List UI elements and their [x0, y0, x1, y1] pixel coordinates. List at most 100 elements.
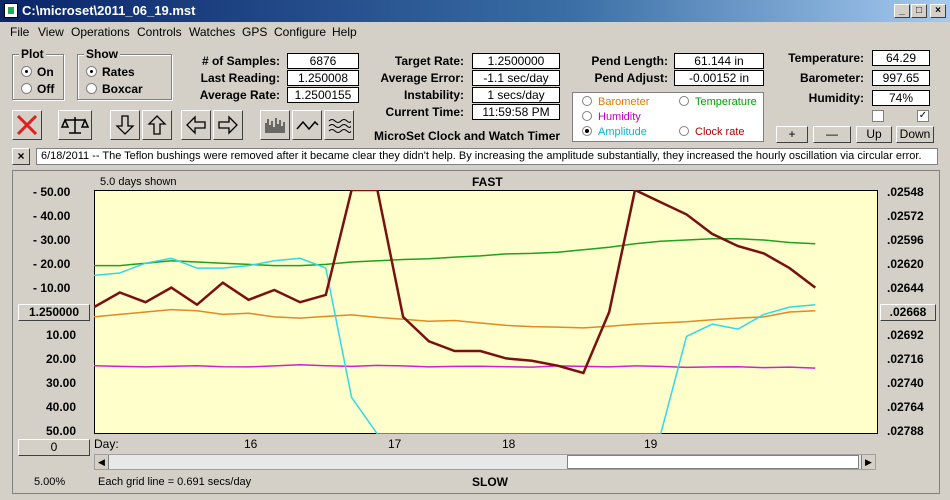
barometer-label: Barometer: — [799, 71, 864, 85]
fast-label: FAST — [472, 175, 503, 189]
zoom-label: 5.00% — [34, 476, 66, 488]
average-error-field: -1.1 sec/day — [472, 70, 560, 86]
wave-graph-icon — [328, 119, 351, 133]
plot-background — [94, 190, 878, 434]
note-field[interactable]: 6/18/2011 -- The Teflon bushings were re… — [36, 148, 938, 165]
samples-field: 6876 — [287, 53, 359, 69]
chart-plot — [94, 190, 878, 434]
app-caption: MicroSet Clock and Watch Timer — [374, 129, 561, 143]
scale-up-button[interactable]: Up — [856, 126, 892, 143]
app-icon — [4, 3, 18, 18]
menu-bar: File View Operations Controls Watches GP… — [0, 22, 950, 42]
y2-tick-label: .02644 — [887, 281, 924, 295]
average-rate-label: Average Rate: — [199, 88, 280, 102]
arrow-left-button[interactable] — [181, 110, 211, 140]
scroll-right-icon[interactable]: ▶ — [861, 455, 875, 469]
slow-label: SLOW — [472, 475, 508, 489]
series-option-clock-rate[interactable]: Clock rate — [679, 126, 745, 138]
menu-watches[interactable]: Watches — [189, 25, 235, 39]
series-option-temperature[interactable]: Temperature — [679, 96, 757, 108]
y-tick-label: 30.00 — [46, 376, 77, 390]
y-tick-label: - 20.00 — [33, 257, 71, 271]
note-close-button[interactable]: × — [12, 148, 30, 165]
arrow-down-icon — [115, 115, 135, 135]
target-rate-label: Target Rate: — [394, 54, 464, 68]
current-time-field: 11:59:58 PM — [472, 104, 560, 120]
samples-label: # of Samples: — [201, 54, 280, 68]
balance-button[interactable] — [58, 110, 92, 140]
y2-tick-label: .02620 — [887, 257, 924, 271]
barometer-field: 997.65 — [872, 70, 930, 86]
scale-minus-button[interactable]: — — [813, 126, 851, 143]
average-error-label: Average Error: — [380, 71, 464, 85]
series-option-humidity[interactable]: Humidity — [582, 111, 641, 123]
y-tick-label: - 10.00 — [33, 281, 71, 295]
arrow-right-button[interactable] — [213, 110, 243, 140]
show-group: Show Rates Boxcar — [77, 47, 172, 100]
arrow-right-icon — [218, 115, 238, 135]
pend-adjust-label: Pend Adjust: — [594, 71, 668, 85]
x-tick-label: 18 — [502, 437, 516, 451]
grid-note: Each grid line = 0.691 secs/day — [98, 476, 252, 488]
y-tick-label: - 50.00 — [33, 185, 71, 199]
menu-help[interactable]: Help — [332, 25, 357, 39]
arrow-down-button[interactable] — [110, 110, 140, 140]
line-graph-icon — [296, 120, 319, 131]
stop-button[interactable] — [12, 110, 42, 140]
last-reading-label: Last Reading: — [200, 71, 280, 85]
series-option-barometer[interactable]: Barometer — [582, 96, 649, 108]
menu-gps[interactable]: GPS — [242, 25, 267, 39]
series-option-amplitude[interactable]: Amplitude — [582, 126, 647, 138]
y-tick-label: 10.00 — [46, 328, 77, 342]
y2-tick-label: .02548 — [887, 185, 924, 199]
scale-plus-button[interactable]: + — [776, 126, 808, 143]
menu-file[interactable]: File — [10, 25, 29, 39]
x-tick-label: 16 — [244, 437, 258, 451]
wave-graph-button[interactable] — [324, 110, 354, 140]
average-rate-field: 1.2500155 — [287, 87, 359, 103]
humidity-label: Humidity: — [808, 91, 864, 105]
offset-button[interactable]: 0 — [18, 439, 90, 456]
minimize-button[interactable]: _ — [894, 4, 910, 18]
scroll-left-icon[interactable]: ◀ — [95, 455, 109, 469]
days-shown-label: 5.0 days shown — [100, 176, 177, 188]
x-axis-label: Day: — [94, 437, 119, 451]
pend-length-field[interactable]: 61.144 in — [674, 53, 764, 69]
title-bar: C:\microset\2011_06_19.mst _ □ × — [0, 0, 950, 22]
line-graph-button[interactable] — [292, 110, 322, 140]
y2-tick-label: .02788 — [887, 424, 924, 438]
y2-tick-label: .02740 — [887, 376, 924, 390]
temperature-label: Temperature: — [788, 51, 864, 65]
pend-adjust-field[interactable]: -0.00152 in — [674, 70, 764, 86]
stop-icon — [16, 114, 38, 136]
temperature-field: 64.29 — [872, 50, 930, 66]
plot-off-radio[interactable]: Off — [21, 82, 54, 96]
target-rate-field[interactable]: 1.2500000 — [472, 53, 560, 69]
window-title: C:\microset\2011_06_19.mst — [22, 3, 196, 18]
instability-field: 1 secs/day — [472, 87, 560, 103]
menu-controls[interactable]: Controls — [137, 25, 182, 39]
right-center-button[interactable]: .02668 — [880, 304, 936, 321]
show-boxcar-radio[interactable]: Boxcar — [86, 82, 143, 96]
checkbox-1[interactable] — [872, 110, 884, 122]
center-value-button[interactable]: 1.250000 — [18, 304, 90, 321]
bar-graph-icon — [265, 118, 285, 133]
scroll-thumb[interactable] — [567, 455, 859, 469]
menu-configure[interactable]: Configure — [274, 25, 326, 39]
maximize-button[interactable]: □ — [911, 4, 927, 18]
arrow-up-button[interactable] — [142, 110, 172, 140]
bar-graph-button[interactable] — [260, 110, 290, 140]
instability-label: Instability: — [403, 88, 464, 102]
show-rates-radio[interactable]: Rates — [86, 65, 135, 79]
scale-down-button[interactable]: Down — [896, 126, 934, 143]
x-tick-label: 19 — [644, 437, 658, 451]
y2-tick-label: .02716 — [887, 352, 924, 366]
checkbox-2[interactable]: ✓ — [917, 110, 929, 122]
plot-on-radio[interactable]: On — [21, 65, 54, 79]
close-button[interactable]: × — [930, 4, 946, 18]
horizontal-scrollbar[interactable]: ◀ ▶ — [94, 454, 876, 470]
menu-operations[interactable]: Operations — [71, 25, 130, 39]
y-tick-label: 20.00 — [46, 352, 77, 366]
menu-view[interactable]: View — [38, 25, 64, 39]
y-tick-label: - 30.00 — [33, 233, 71, 247]
